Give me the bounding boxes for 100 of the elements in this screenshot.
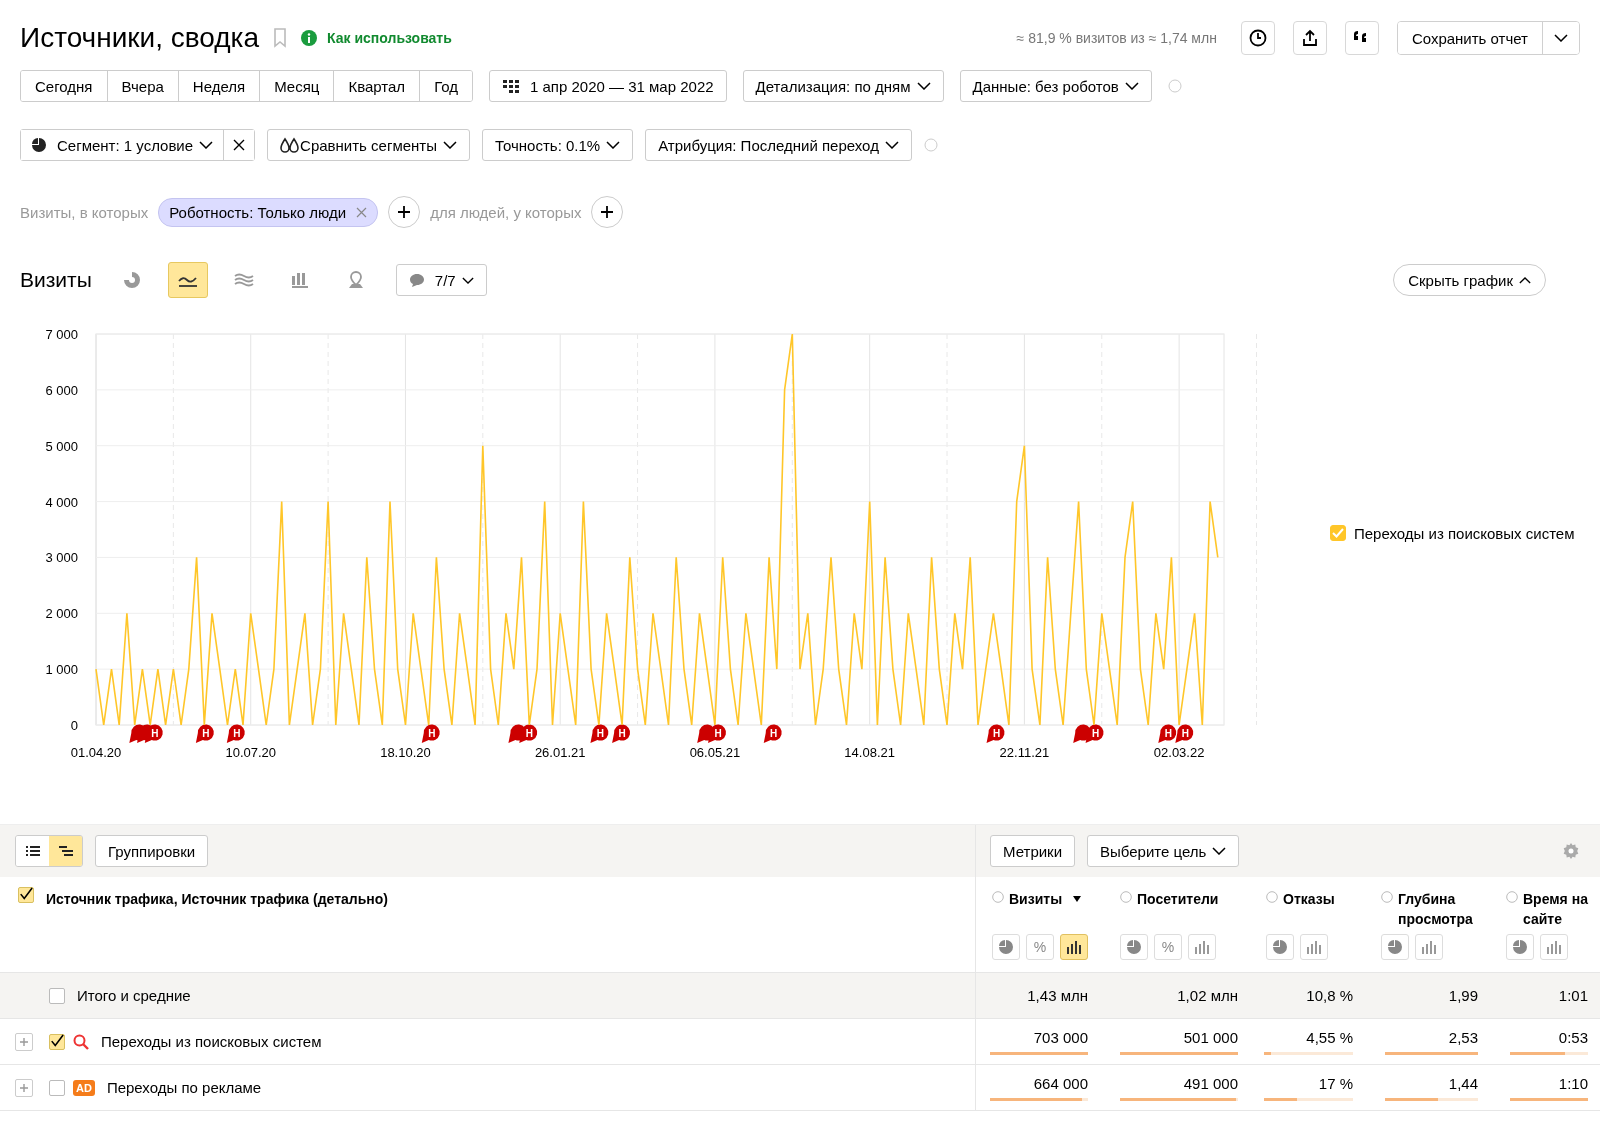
column-header[interactable]: Время на сайте (1523, 889, 1600, 929)
holiday-marker[interactable]: Н (144, 724, 163, 743)
holiday-marker[interactable]: Н (590, 724, 609, 743)
holiday-marker[interactable]: Н (1175, 724, 1194, 743)
chevron-down-icon (1124, 82, 1139, 90)
filter-tag[interactable]: Роботность: Только люди (158, 197, 379, 227)
checkbox[interactable] (18, 887, 34, 903)
table-cell: 664 000 (1033, 1074, 1088, 1092)
chevron-down-icon (461, 276, 474, 284)
y-tick-label: 4 000 (45, 494, 78, 510)
table-cell: 17 % (1318, 1074, 1353, 1092)
table-cell: 1:01 (1558, 987, 1588, 1004)
chevron-down-icon (1212, 847, 1227, 855)
add-condition-button[interactable] (591, 196, 624, 228)
plus-icon (19, 1036, 29, 1047)
quote-button[interactable] (1344, 21, 1379, 55)
sort-icon[interactable] (1073, 896, 1082, 902)
map-pin-icon (347, 271, 364, 289)
legend-checkbox[interactable] (1330, 525, 1346, 541)
y-tick-label: 6 000 (45, 382, 78, 398)
pie-view-button[interactable] (1506, 934, 1534, 960)
column-header[interactable]: Отказы (1283, 889, 1335, 909)
save-report-button[interactable]: Сохранить отчет (1397, 22, 1543, 54)
pie-view-button[interactable] (1381, 934, 1409, 960)
pie-view-button[interactable] (1266, 934, 1294, 960)
holiday-marker[interactable]: Н (763, 724, 782, 743)
segment-dropdown[interactable]: Сегмент: 1 условие (21, 130, 225, 160)
ad-badge: AD (73, 1079, 95, 1096)
x-tick-label: 06.05.21 (689, 745, 741, 760)
tree-icon (58, 846, 73, 856)
info-icon (301, 30, 318, 46)
clock-icon (1248, 29, 1267, 47)
holiday-marker[interactable]: Н (195, 724, 214, 743)
add-condition-button[interactable] (388, 196, 421, 228)
holiday-marker[interactable]: Н (1085, 724, 1104, 743)
settings-icon[interactable] (1562, 842, 1580, 860)
column-header[interactable]: Посетители (1137, 889, 1217, 909)
accuracy-dropdown[interactable]: Точность: 0.1% (482, 129, 634, 161)
row-label: Переходы по рекламе (106, 1079, 262, 1096)
bars-view-button[interactable] (1060, 934, 1088, 960)
bookmark-icon[interactable] (273, 28, 288, 48)
x-tick-label: 02.03.22 (1153, 745, 1205, 760)
pie-view-button[interactable] (992, 934, 1020, 960)
row-checkbox[interactable] (49, 1033, 65, 1050)
bar-chart-icon (1306, 940, 1322, 954)
x-tick-label: 14.08.21 (844, 745, 895, 760)
line-chart-button[interactable] (167, 262, 208, 298)
percent-view-button[interactable]: % (1154, 934, 1182, 960)
pie-icon (31, 137, 47, 153)
chevron-down-icon (606, 141, 621, 149)
column-header[interactable]: Визиты (1009, 889, 1063, 909)
bar-chart-icon (1546, 940, 1562, 954)
row-checkbox[interactable] (49, 987, 65, 1004)
share-button[interactable] (1292, 21, 1327, 55)
holiday-marker[interactable]: Н (612, 724, 631, 743)
y-tick-label: 3 000 (45, 550, 78, 566)
sample-note: ≈ 81,9 % визитов из ≈ 1,74 млн (1016, 30, 1217, 46)
expand-button[interactable] (15, 1078, 33, 1097)
column-header[interactable]: Глубина просмотра (1398, 889, 1478, 929)
pie-icon (1387, 939, 1403, 955)
goal-dropdown[interactable]: Выберите цель (1087, 835, 1240, 867)
holiday-marker[interactable]: Н (1158, 724, 1177, 743)
close-icon (233, 139, 246, 151)
hide-chart-button[interactable]: Скрыть график (1393, 264, 1546, 296)
dimension-header: Источник трафика, Источник трафика (детально) (46, 890, 388, 907)
percent-view-button[interactable]: % (1026, 934, 1054, 960)
table-cell: 1:10 (1558, 1074, 1588, 1092)
x-tick-label: 10.07.20 (225, 745, 277, 760)
groupings-button[interactable]: Группировки (95, 835, 209, 867)
table-cell: 2,53 (1448, 1028, 1478, 1046)
plus-icon (600, 205, 615, 219)
period-tab[interactable]: Сегодня (21, 71, 108, 101)
detail-dropdown[interactable]: Детализация: по дням (742, 70, 944, 102)
list-view-button[interactable] (16, 836, 49, 866)
table-cell: 0:53 (1558, 1028, 1588, 1046)
help-link[interactable]: Как использовать (327, 30, 452, 46)
close-icon[interactable] (356, 206, 368, 218)
data-dropdown[interactable]: Данные: без роботов (959, 70, 1152, 102)
holiday-marker[interactable]: Н (519, 724, 538, 743)
compare-segments-dropdown[interactable]: Сравнить сегменты (267, 129, 470, 161)
page-title: Источники, сводка (20, 22, 260, 54)
metrics-button[interactable]: Метрики (990, 835, 1076, 867)
date-range-button[interactable]: 1 апр 2020 — 31 мар 2022 (489, 70, 727, 102)
expand-button[interactable] (15, 1032, 33, 1051)
notes-dropdown[interactable]: 7/7 (395, 264, 487, 296)
row-checkbox[interactable] (49, 1079, 65, 1096)
holiday-marker[interactable]: Н (421, 724, 440, 743)
search-icon (73, 1033, 89, 1050)
chart-title: Визиты (20, 268, 92, 292)
bar-chart-icon (290, 272, 309, 288)
table-cell: 1,99 (1448, 987, 1478, 1004)
pie-view-button[interactable] (1120, 934, 1148, 960)
attribution-dropdown[interactable]: Атрибуция: Последний переход (645, 129, 912, 161)
holiday-marker[interactable]: Н (986, 724, 1005, 743)
condition-label: для людей, у которых (430, 203, 582, 221)
tree-view-button[interactable] (49, 836, 82, 866)
holiday-marker[interactable]: Н (226, 724, 245, 743)
history-button[interactable] (1240, 21, 1275, 55)
drops-icon (280, 137, 301, 153)
holiday-marker[interactable]: Н (708, 724, 726, 743)
